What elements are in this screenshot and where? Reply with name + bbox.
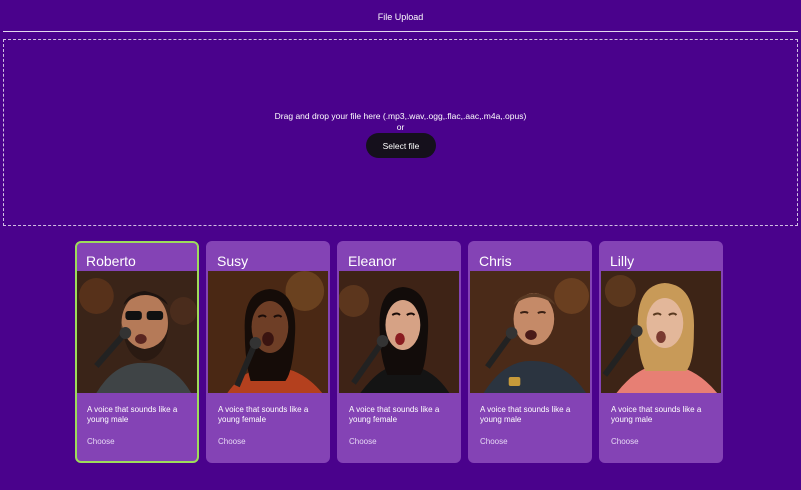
voice-name: Susy bbox=[217, 253, 249, 269]
header-divider bbox=[3, 31, 798, 32]
choose-button[interactable]: Choose bbox=[611, 437, 639, 446]
voice-photo-eleanor bbox=[339, 271, 459, 393]
voice-card-susy[interactable]: Susy A voice that sounds like a young fe… bbox=[206, 241, 330, 463]
voice-description: A voice that sounds like a young female bbox=[349, 405, 440, 424]
dropzone-or-text: or bbox=[396, 122, 405, 132]
choose-button[interactable]: Choose bbox=[87, 437, 115, 446]
voice-name: Roberto bbox=[86, 253, 136, 269]
voice-name: Chris bbox=[479, 253, 512, 269]
choose-button[interactable]: Choose bbox=[349, 437, 377, 446]
voice-card-chris[interactable]: Chris A voice that sounds like a young m… bbox=[468, 241, 592, 463]
file-dropzone[interactable]: Drag and drop your file here (.mp3,.wav,… bbox=[3, 39, 798, 226]
voice-description: A voice that sounds like a young male bbox=[480, 405, 571, 424]
voice-card-lilly[interactable]: Lilly A voice that sounds like a young m… bbox=[599, 241, 723, 463]
voice-description: A voice that sounds like a young male bbox=[611, 405, 702, 424]
choose-button[interactable]: Choose bbox=[480, 437, 508, 446]
voice-photo-chris bbox=[470, 271, 590, 393]
voice-description: A voice that sounds like a young female bbox=[218, 405, 309, 424]
dropzone-instruction: Drag and drop your file here (.mp3,.wav,… bbox=[274, 111, 527, 121]
voice-photo-lilly bbox=[601, 271, 721, 393]
voice-photo-roberto bbox=[77, 271, 197, 393]
voice-name: Lilly bbox=[610, 253, 635, 269]
voice-card-roberto[interactable]: Roberto A voice that sounds like a young… bbox=[75, 241, 199, 463]
choose-button[interactable]: Choose bbox=[218, 437, 246, 446]
voice-description: A voice that sounds like a young male bbox=[87, 405, 178, 424]
voice-photo-susy bbox=[208, 271, 328, 393]
voice-name: Eleanor bbox=[348, 253, 397, 269]
voice-card-eleanor[interactable]: Eleanor A voice that sounds like a young… bbox=[337, 241, 461, 463]
select-file-button[interactable]: Select file bbox=[366, 133, 436, 158]
upload-header-title: File Upload bbox=[377, 12, 424, 22]
